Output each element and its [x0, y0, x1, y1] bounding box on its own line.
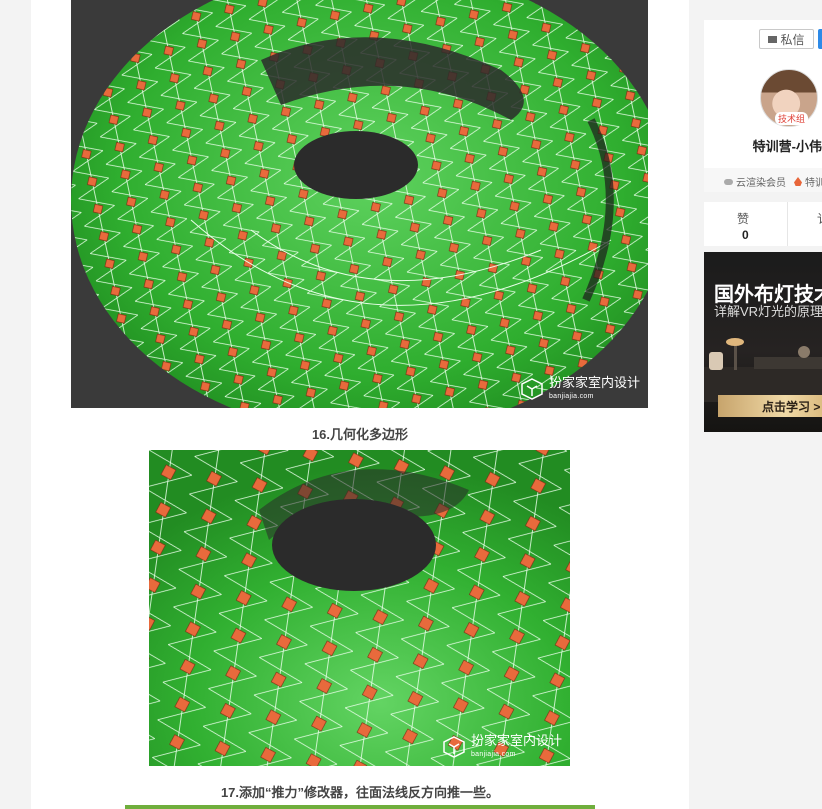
next-image-top-edge	[125, 805, 595, 809]
follow-button[interactable]	[818, 29, 822, 49]
private-message-button[interactable]: 私信	[759, 29, 814, 49]
likes-count: 0	[742, 228, 749, 242]
torus-closeup-render	[149, 450, 570, 766]
watermark-name: 扮家家室内设计	[470, 734, 562, 749]
author-stats: 赞 0 讠	[704, 202, 822, 246]
lighting-course-ad[interactable]: 国外布灯技术 详解VR灯光的原理 点击学习 >	[704, 252, 822, 432]
watermark-url: banjiajia.com	[548, 393, 594, 400]
mail-icon	[768, 35, 778, 43]
tag-training-label: 特训	[805, 178, 822, 189]
stats-divider	[787, 202, 788, 246]
tag-cloud-member[interactable]: 云渲染会员	[724, 174, 786, 189]
geometry-polygon-image: 扮家家室内设计 banjiajia.com	[71, 0, 648, 408]
role-badge: 技术组	[775, 112, 809, 125]
likes-label: 赞	[737, 212, 750, 226]
fire-icon	[794, 177, 802, 186]
author-card: 私信 技术组 特训营-小伟	[704, 20, 822, 168]
watermark-name: 扮家家室内设计	[548, 376, 640, 391]
torus-render	[71, 0, 648, 408]
author-tags: 云渲染会员 特训	[704, 168, 822, 192]
push-modifier-image: 扮家家室内设计 banjiajia.com	[149, 450, 570, 766]
ad-interior-scene	[704, 338, 822, 402]
watermark-logo-icon	[521, 377, 543, 400]
cloud-icon	[724, 178, 733, 185]
watermark: 扮家家室内设计 banjiajia.com	[443, 735, 562, 758]
article-body: 扮家家室内设计 banjiajia.com 16.几何化多边形 扮家家室内设计 …	[31, 0, 689, 809]
caption-step-16: 16.几何化多边形	[311, 427, 409, 442]
tag-training[interactable]: 特训	[794, 174, 822, 189]
ad-learn-button[interactable]: 点击学习 >	[718, 395, 822, 417]
watermark-url: banjiajia.com	[470, 751, 516, 758]
author-username[interactable]: 特训营-小伟	[704, 136, 822, 155]
next-stat-label: 讠	[817, 210, 822, 227]
private-message-label: 私信	[780, 32, 805, 47]
caption-step-17: 17.添加“推力”修改器，往面法线反方向推一些。	[220, 785, 500, 800]
watermark: 扮家家室内设计 banjiajia.com	[521, 377, 640, 400]
watermark-logo-icon	[443, 735, 465, 758]
tag-cloud-member-label: 云渲染会员	[736, 178, 786, 189]
ad-subtitle: 详解VR灯光的原理	[714, 304, 822, 319]
